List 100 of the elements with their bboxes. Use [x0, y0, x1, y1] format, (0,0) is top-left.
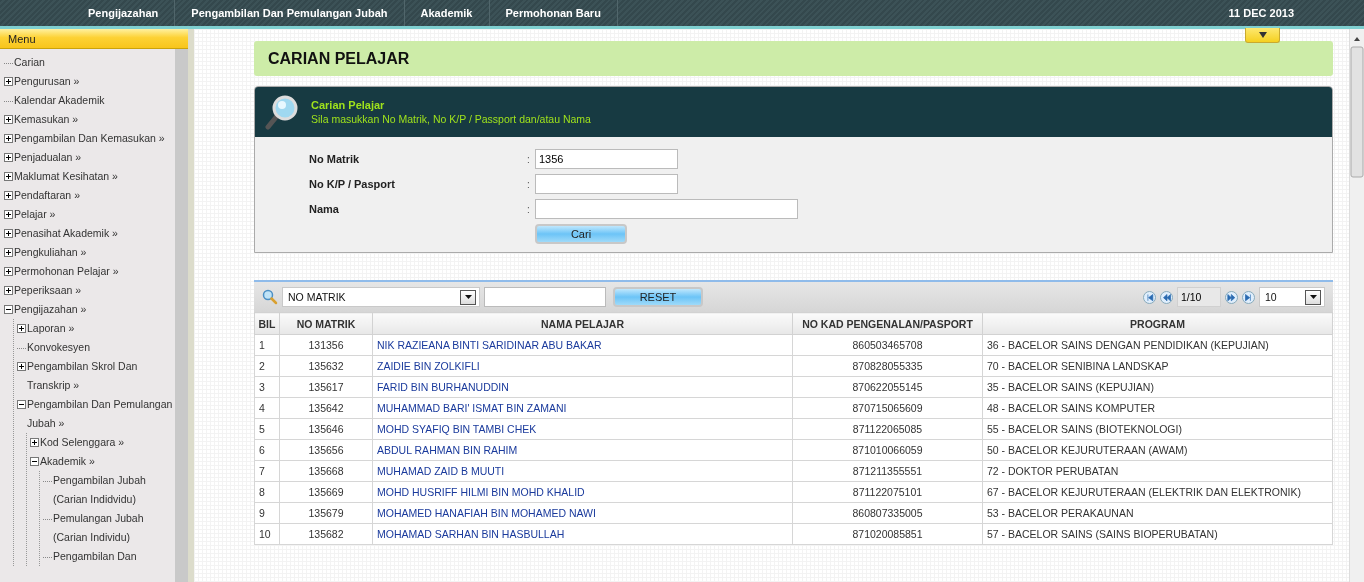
table-cell: 135669: [279, 481, 373, 503]
filter-dropdown[interactable]: NO MATRIK: [282, 287, 480, 307]
expand-icon[interactable]: [4, 229, 13, 238]
column-header[interactable]: NO KAD PENGENALAN/PASPORT: [792, 312, 983, 335]
expand-icon[interactable]: [17, 362, 26, 371]
breadcrumb-link[interactable]: Permohonan Baru: [489, 0, 618, 26]
scrollbar[interactable]: [1349, 29, 1364, 582]
student-name-link[interactable]: MUHAMAD ZAID B MUUTI: [372, 460, 793, 482]
student-name-link[interactable]: MOHAMED HANAFIAH BIN MOHAMED NAWI: [372, 502, 793, 524]
student-name-link[interactable]: MOHAMAD SARHAN BIN HASBULLAH: [372, 523, 793, 545]
student-name-link[interactable]: MOHD SYAFIQ BIN TAMBI CHEK: [372, 418, 793, 440]
menu-item[interactable]: Konvokesyen: [26, 338, 91, 357]
expand-icon[interactable]: [4, 248, 13, 257]
table-cell: 5: [254, 418, 280, 440]
table-cell: 131356: [279, 334, 373, 356]
student-name-link[interactable]: FARID BIN BURHANUDDIN: [372, 376, 793, 398]
expand-icon[interactable]: [4, 77, 13, 86]
table-cell: 7: [254, 460, 280, 482]
column-header[interactable]: PROGRAM: [982, 312, 1333, 335]
reset-button[interactable]: RESET: [613, 287, 703, 307]
student-name-link[interactable]: ZAIDIE BIN ZOLKIFLI: [372, 355, 793, 377]
menu-item[interactable]: Pengurusan »: [13, 72, 80, 91]
table-cell: 53 - BACELOR PERAKAUNAN: [982, 502, 1333, 524]
menu-item[interactable]: Pengambilan Jubah (Carian Indidvidu): [52, 471, 175, 509]
search-button[interactable]: Cari: [535, 224, 627, 244]
table-cell: 135668: [279, 460, 373, 482]
menu-header: Menu: [0, 29, 188, 49]
menu-item[interactable]: Pengkuliahan »: [13, 243, 87, 262]
table-cell: 135646: [279, 418, 373, 440]
table-cell: 2: [254, 355, 280, 377]
expand-icon[interactable]: [4, 115, 13, 124]
previous-page-icon[interactable]: [1160, 290, 1173, 304]
first-page-icon[interactable]: [1143, 290, 1156, 304]
magnifier-icon: [265, 94, 299, 130]
menu-item[interactable]: Penjadualan »: [13, 148, 82, 167]
menu-item[interactable]: Pemulangan Jubah (Carian Individu): [52, 509, 175, 547]
expand-icon[interactable]: [4, 210, 13, 219]
expand-icon[interactable]: [4, 286, 13, 295]
table-cell: 135632: [279, 355, 373, 377]
menu-item[interactable]: Kemasukan »: [13, 110, 79, 129]
input-field[interactable]: [535, 174, 678, 194]
menu-item[interactable]: Penasihat Akademik »: [13, 224, 118, 243]
page-size-dropdown[interactable]: 10: [1259, 287, 1325, 307]
menu-item[interactable]: Carian: [13, 53, 45, 72]
column-header[interactable]: NAMA PELAJAR: [372, 312, 793, 335]
table-cell: 871122075101: [792, 481, 983, 503]
breadcrumb-link[interactable]: Pengambilan Dan Pemulangan Jubah: [175, 0, 405, 26]
table-cell: 4: [254, 397, 280, 419]
menu-item[interactable]: Pengambilan Skrol Dan Transkrip »: [26, 357, 175, 395]
menu-item[interactable]: Maklumat Kesihatan »: [13, 167, 118, 186]
field-label: Nama: [309, 203, 340, 215]
table-cell: 6: [254, 439, 280, 461]
menu-item[interactable]: Peperiksaan »: [13, 281, 82, 300]
menu-item[interactable]: Pengijazahan »: [13, 300, 87, 319]
student-name-link[interactable]: MUHAMMAD BARI' ISMAT BIN ZAMANI: [372, 397, 793, 419]
expand-icon[interactable]: [17, 324, 26, 333]
expand-icon[interactable]: [4, 191, 13, 200]
colon-text: :: [527, 153, 531, 165]
header-toggle-button[interactable]: [1245, 28, 1280, 43]
next-page-icon[interactable]: [1225, 290, 1238, 304]
menu-item[interactable]: Pengambilan Dan Pemulangan Jubah »: [26, 395, 175, 433]
search-icon: [262, 289, 278, 305]
student-name-link[interactable]: ABDUL RAHMAN BIN RAHIM: [372, 439, 793, 461]
filter-input[interactable]: [484, 287, 606, 307]
input-field[interactable]: [535, 199, 798, 219]
last-page-icon[interactable]: [1242, 290, 1255, 304]
table-cell: 135656: [279, 439, 373, 461]
menu-item[interactable]: Pengambilan Dan: [52, 547, 137, 566]
breadcrumb-link[interactable]: Akademik: [404, 0, 490, 26]
menu-item[interactable]: Laporan »: [26, 319, 75, 338]
expand-icon[interactable]: [4, 134, 13, 143]
table-cell: 135642: [279, 397, 373, 419]
collapse-icon[interactable]: [30, 457, 39, 466]
column-header[interactable]: NO MATRIK: [279, 312, 373, 335]
table-cell: 3: [254, 376, 280, 398]
menu-item[interactable]: Akademik »: [39, 452, 95, 471]
table-cell: 35 - BACELOR SAINS (KEPUJIAN): [982, 376, 1333, 398]
scroll-thumb[interactable]: [1350, 46, 1364, 178]
table-cell: 72 - DOKTOR PERUBATAN: [982, 460, 1333, 482]
column-header[interactable]: BIL: [254, 312, 280, 335]
menu-item[interactable]: Pengambilan Dan Kemasukan »: [13, 129, 165, 148]
input-field[interactable]: 1356: [535, 149, 678, 169]
menu-item[interactable]: Kod Selenggara »: [39, 433, 125, 452]
table-cell: 70 - BACELOR SENIBINA LANDSKAP: [982, 355, 1333, 377]
expand-icon[interactable]: [4, 153, 13, 162]
menu-item[interactable]: Pelajar »: [13, 205, 56, 224]
menu-item[interactable]: Pendaftaran »: [13, 186, 80, 205]
student-name-link[interactable]: MOHD HUSRIFF HILMI BIN MOHD KHALID: [372, 481, 793, 503]
student-name-link[interactable]: NIK RAZIEANA BINTI SARIDINAR ABU BAKAR: [372, 334, 793, 356]
expand-icon[interactable]: [4, 267, 13, 276]
menu-item[interactable]: Permohonan Pelajar »: [13, 262, 119, 281]
expand-icon[interactable]: [30, 438, 39, 447]
breadcrumb-link[interactable]: Pengijazahan: [72, 0, 176, 26]
scroll-up-icon[interactable]: [1354, 37, 1360, 41]
table-cell: 135679: [279, 502, 373, 524]
collapse-icon[interactable]: [4, 305, 13, 314]
expand-icon[interactable]: [4, 172, 13, 181]
collapse-icon[interactable]: [17, 400, 26, 409]
menu-item[interactable]: Kalendar Akademik: [13, 91, 105, 110]
page-title: CARIAN PELAJAR: [254, 41, 1333, 76]
